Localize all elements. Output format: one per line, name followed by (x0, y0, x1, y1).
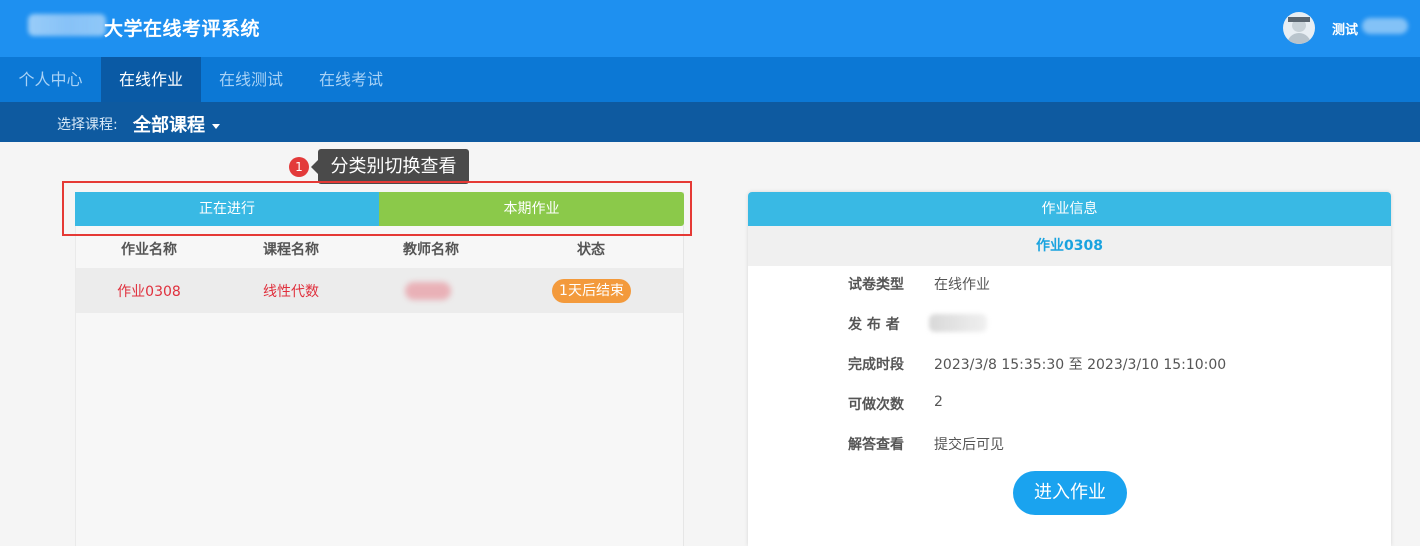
nav-item-online-exam[interactable]: 在线考试 (301, 57, 401, 102)
caret-down-icon (212, 123, 220, 129)
status-badge: 1天后结束 (552, 279, 631, 303)
column-header-course-name: 课程名称 (263, 242, 319, 258)
nav-item-personal-center[interactable]: 个人中心 (0, 57, 101, 102)
step-number-badge: 1 (289, 157, 309, 177)
main-nav: 个人中心 在线作业 在线测试 在线考试 (0, 57, 1420, 102)
enter-homework-button[interactable]: 进入作业 (1013, 471, 1127, 515)
row-course-name: 线性代数 (263, 284, 319, 300)
row-homework-name[interactable]: 作业0308 (105, 281, 193, 301)
course-filter-bar: 选择课程: 全部课程 (0, 102, 1420, 142)
course-filter-label: 选择课程: (57, 117, 118, 133)
teacher-name-redacted (405, 282, 451, 300)
info-label-answer-view: 解答查看 (848, 437, 904, 453)
avatar-body-shape (1287, 33, 1311, 44)
top-header: 大学在线考评系统 测试 (0, 0, 1420, 57)
homework-info-header: 作业信息 (748, 192, 1391, 226)
user-name-redacted (1362, 18, 1408, 34)
nav-item-online-test[interactable]: 在线测试 (201, 57, 301, 102)
info-value-answer-view: 提交后可见 (934, 437, 1004, 453)
column-header-status: 状态 (577, 242, 605, 258)
publisher-name-redacted (929, 314, 987, 332)
info-label-paper-type: 试卷类型 (848, 277, 904, 293)
system-title: 大学在线考评系统 (104, 18, 261, 40)
info-value-paper-type: 在线作业 (934, 277, 990, 293)
info-value-time-range: 2023/3/8 15:35:30 至 2023/3/10 15:10:00 (934, 357, 1227, 373)
info-label-attempts: 可做次数 (848, 397, 904, 413)
graduation-cap-icon (1288, 17, 1310, 22)
column-header-teacher-name: 教师名称 (403, 242, 459, 258)
nav-item-online-homework[interactable]: 在线作业 (101, 57, 201, 102)
info-value-attempts: 2 (934, 394, 943, 410)
course-dropdown-value: 全部课程 (133, 115, 205, 136)
info-label-publisher: 发 布 者 (848, 317, 900, 333)
homework-info-title: 作业0308 (748, 226, 1391, 266)
info-label-time-range: 完成时段 (848, 357, 904, 373)
user-avatar[interactable] (1283, 12, 1315, 44)
school-name-redacted (28, 14, 106, 36)
tabs-highlight-box (62, 181, 692, 236)
user-name[interactable]: 测试 (1332, 19, 1358, 38)
course-dropdown[interactable]: 全部课程 (133, 111, 220, 137)
column-header-homework-name: 作业名称 (121, 242, 177, 258)
annotation-tooltip: 分类别切换查看 (311, 149, 469, 184)
